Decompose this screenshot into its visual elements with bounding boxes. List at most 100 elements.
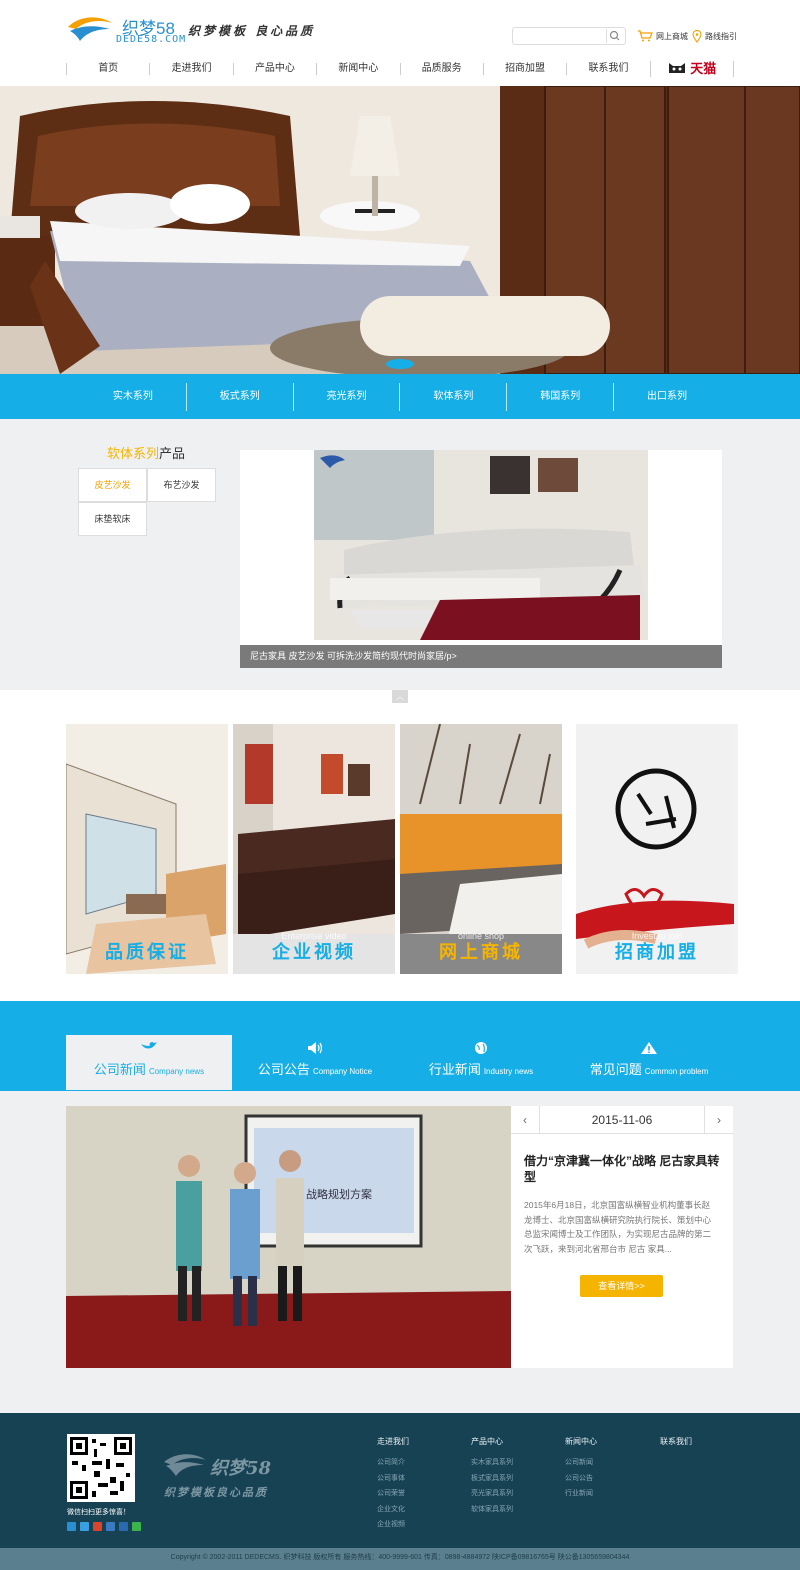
nav-item-contact[interactable]: 联系我们: [566, 63, 649, 75]
share-renren-icon[interactable]: [106, 1522, 115, 1531]
news-headline[interactable]: 借力“京津冀一体化”战略 尼古家具转型: [524, 1153, 720, 1185]
location-pin-icon: [692, 30, 702, 43]
next-news-button[interactable]: ›: [705, 1106, 733, 1134]
prev-news-button[interactable]: ‹: [511, 1106, 539, 1134]
hero-bedroom-image: [0, 86, 800, 374]
tab-industry-news[interactable]: 行业新闻 Industry news: [398, 1035, 564, 1090]
footer-link[interactable]: 公司公告: [565, 1471, 597, 1487]
view-details-button[interactable]: 查看详情>>: [580, 1275, 663, 1297]
screen-slide-text: 战略规划方案: [306, 1187, 372, 1201]
news-date-bar: ‹ 2015-11-06 ›: [511, 1105, 733, 1134]
collapse-up-button[interactable]: ︿: [392, 690, 408, 703]
wechat-qr-code: [67, 1434, 135, 1502]
tab-industry-news-title: 行业新闻: [428, 1062, 481, 1077]
tab-company-notice-en: Company Notice: [312, 1067, 373, 1076]
sofa-photo: [314, 450, 648, 640]
hero-banner[interactable]: [0, 86, 800, 374]
speaker-icon: [232, 1041, 398, 1059]
search-button[interactable]: [606, 29, 622, 43]
logo-domain: DEDE58.COM: [116, 34, 187, 45]
nav-item-franchise[interactable]: 招商加盟: [482, 63, 566, 75]
tile-video-label: 企业视频: [272, 942, 356, 962]
news-summary: 2015年6月18日，北京国富纵横智业机构董事长赵龙博士、北京国富纵横研究院执行…: [524, 1200, 712, 1254]
copyright-bar: Copyright © 2002-2011 DEDECMS. 织梦科技 版权所有…: [0, 1548, 800, 1570]
footer-link[interactable]: 实木家具系列: [471, 1455, 513, 1471]
route-guide-link[interactable]: 路线指引: [692, 30, 737, 43]
tab-company-news[interactable]: 公司新闻 Company news: [66, 1035, 232, 1090]
footer-link[interactable]: 企业视频: [377, 1517, 409, 1533]
category-korean[interactable]: 韩国系列: [507, 382, 615, 411]
product-title-rest: 产品: [159, 446, 186, 461]
share-weibo-icon[interactable]: [93, 1522, 102, 1531]
subcat-mattress-bed[interactable]: 床垫软床: [78, 502, 147, 536]
category-glossy[interactable]: 亮光系列: [294, 382, 401, 411]
footer-col-about: 走进我们 公司简介 公司事体 公司荣誉 企业文化 企业视频: [377, 1436, 409, 1533]
product-caption[interactable]: 尼古家具 皮艺沙发 可拆洗沙发简约现代时尚家居/p>: [240, 645, 722, 668]
footer-link[interactable]: 亮光家具系列: [471, 1486, 513, 1502]
qr-caption: 微信扫扫更多惊喜！: [67, 1509, 130, 1516]
share-wechat-icon[interactable]: [132, 1522, 141, 1531]
nav-item-news[interactable]: 新闻中心: [316, 63, 399, 75]
tab-company-notice[interactable]: 公司公告 Company Notice: [232, 1035, 398, 1090]
footer-link[interactable]: 软体家具系列: [471, 1502, 513, 1518]
footer-col-title[interactable]: 新闻中心: [565, 1436, 597, 1447]
category-bar: 实木系列 板式系列 亮光系列 软体系列 韩国系列 出口系列: [0, 374, 800, 419]
tile-video[interactable]: Enterprise video 企业视频: [233, 724, 395, 974]
online-shop-link[interactable]: 网上商城: [637, 30, 688, 42]
tile-franchise[interactable]: Invest to join 招商加盟: [576, 724, 738, 974]
online-shop-label: 网上商城: [656, 31, 688, 41]
footer-link[interactable]: 公司新闻: [565, 1455, 597, 1471]
nav-item-products[interactable]: 产品中心: [232, 63, 316, 75]
chevron-up-icon: ︿: [396, 692, 404, 701]
tmall-cat-icon: [669, 63, 686, 73]
product-image[interactable]: [240, 450, 722, 668]
nav-item-home[interactable]: 首页: [66, 63, 149, 75]
chevron-left-icon: ‹: [523, 1112, 527, 1127]
tab-common-problem-title: 常见问题: [589, 1062, 642, 1077]
subcat-fabric-sofa[interactable]: 布艺沙发: [147, 468, 216, 502]
footer-col-title[interactable]: 走进我们: [377, 1436, 409, 1447]
tile-shop-label: 网上商城: [439, 942, 523, 962]
logo-swoosh-icon[interactable]: [66, 13, 114, 45]
footer-link[interactable]: 企业文化: [377, 1502, 409, 1518]
tile-shop[interactable]: online shop 网上商城: [400, 724, 562, 974]
category-panel[interactable]: 板式系列: [187, 382, 294, 411]
qr-code-icon: [70, 1437, 132, 1499]
interior-sketch-image: [66, 724, 228, 974]
tab-company-news-title: 公司新闻: [93, 1062, 146, 1077]
nav-item-quality[interactable]: 品质服务: [399, 63, 483, 75]
share-kaixin-icon[interactable]: [119, 1522, 128, 1531]
footer-col-title[interactable]: 联系我们: [660, 1436, 692, 1447]
footer-link[interactable]: 板式家具系列: [471, 1471, 513, 1487]
tile-quality[interactable]: 品质保证: [66, 724, 228, 974]
nav-item-about[interactable]: 走进我们: [149, 63, 232, 75]
tab-common-problem-en: Common problem: [644, 1067, 709, 1076]
nav-item-tmall[interactable]: 天猫: [649, 61, 734, 77]
share-qzone-icon[interactable]: [67, 1522, 76, 1531]
bird-icon: [66, 1041, 232, 1059]
tab-common-problem[interactable]: 常见问题 Common problem: [566, 1035, 732, 1090]
footer-logo-swoosh-icon: [164, 1454, 206, 1476]
footer-col-contact: 联系我们: [660, 1436, 692, 1455]
share-weibo-tencent-icon[interactable]: [80, 1522, 89, 1531]
chevron-right-icon: ›: [717, 1112, 721, 1127]
search-icon: [609, 30, 620, 41]
category-solid-wood[interactable]: 实木系列: [80, 382, 187, 411]
category-soft[interactable]: 软体系列: [400, 382, 508, 411]
meeting-photo-image: 战略规划方案: [66, 1106, 511, 1368]
footer-link[interactable]: 公司荣誉: [377, 1486, 409, 1502]
news-date: 2015-11-06: [539, 1105, 705, 1134]
footer-logo: 织梦58 织梦模板良心品质: [162, 1452, 282, 1502]
subcat-leather-sofa[interactable]: 皮艺沙发: [78, 468, 147, 502]
footer-link[interactable]: 公司简介: [377, 1455, 409, 1471]
route-guide-label: 路线指引: [705, 32, 737, 41]
category-export[interactable]: 出口系列: [614, 383, 720, 411]
tab-company-notice-title: 公司公告: [257, 1062, 310, 1077]
footer-col-title[interactable]: 产品中心: [471, 1436, 513, 1447]
product-title-highlight: 软体系列: [107, 446, 160, 461]
warning-icon: [566, 1041, 732, 1059]
tab-company-news-en: Company news: [148, 1067, 205, 1076]
footer-link[interactable]: 行业新闻: [565, 1486, 597, 1502]
news-photo[interactable]: 战略规划方案: [66, 1106, 511, 1368]
footer-link[interactable]: 公司事体: [377, 1471, 409, 1487]
